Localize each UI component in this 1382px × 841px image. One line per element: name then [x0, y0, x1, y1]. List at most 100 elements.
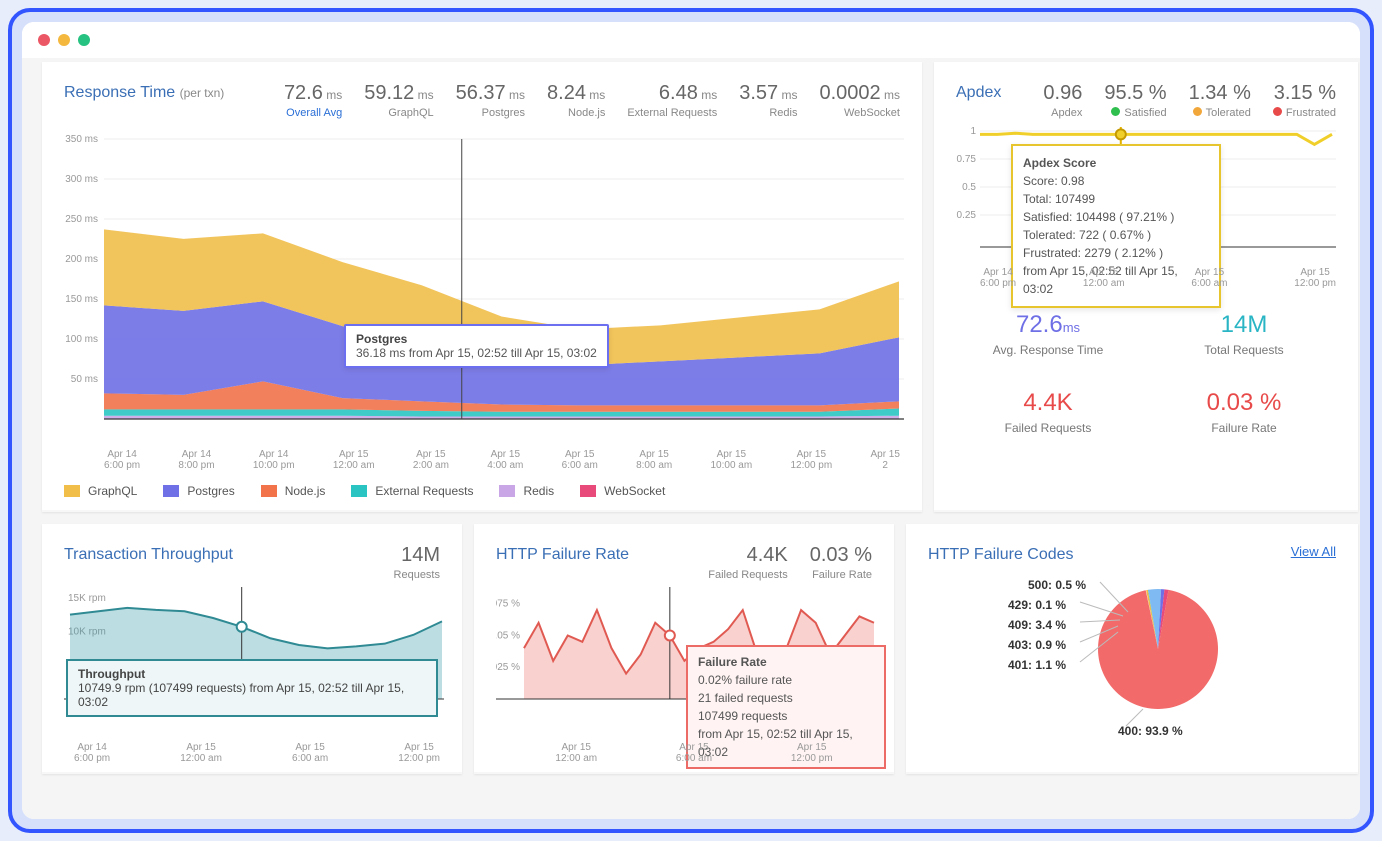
legend-item-graphql[interactable]: GraphQL: [64, 484, 137, 498]
svg-text:100 ms: 100 ms: [65, 334, 98, 345]
throughput-tooltip: Throughput 10749.9 rpm (107499 requests)…: [66, 659, 438, 717]
apdex-summary: 72.6ms Avg. Response Time 14M Total Requ…: [956, 301, 1336, 445]
pie-label-409: 409: 3.4 %: [1008, 618, 1066, 632]
response-time-chart[interactable]: 50 ms 100 ms 150 ms 200 ms 250 ms 300 ms 350 m…: [64, 129, 900, 476]
failure-chart[interactable]: 0.025 % 0.05 % 0.075 % Failure Rate 0.02% …: [496, 587, 872, 760]
close-icon[interactable]: [38, 34, 50, 46]
apdex-stat-apdex: 0.96Apdex: [1043, 82, 1082, 119]
throughput-stat-val: 14M: [394, 544, 440, 567]
response-stat-graphql: 59.12 msGraphQL: [364, 82, 433, 119]
summary-total-cap: Total Requests: [1152, 343, 1336, 357]
pie-label-401: 401: 1.1 %: [1008, 658, 1066, 672]
apdex-header: Apdex 0.96Apdex95.5 %Satisfied1.34 %Tole…: [956, 82, 1336, 119]
response-tooltip-text: 36.18 ms from Apr 15, 02:52 till Apr 15,…: [356, 346, 597, 360]
apdex-tip-l5: Frustrated: 2279 ( 2.12% ): [1023, 246, 1163, 260]
response-title-text: Response Time: [64, 84, 175, 101]
svg-text:0.025 %: 0.025 %: [496, 662, 520, 673]
failure-tip-l2: 21 failed requests: [698, 691, 793, 705]
legend-item-node.js[interactable]: Node.js: [261, 484, 326, 498]
failure-stat-failed-requests: 4.4KFailed Requests: [708, 544, 788, 581]
apdex-tip-title: Apdex Score: [1023, 156, 1096, 170]
legend-item-redis[interactable]: Redis: [499, 484, 554, 498]
apdex-chart[interactable]: 0.25 0.5 0.75 1 Apdex Score Score: 0.98 Tot…: [956, 127, 1336, 287]
summary-failed-val: 4.4K: [956, 389, 1140, 417]
pie-label-403: 403: 0.9 %: [1008, 638, 1066, 652]
dashboard-content: Response Time (per txn) 72.6 msOverall A…: [22, 58, 1360, 819]
failure-rate-panel: HTTP Failure Rate 4.4KFailed Requests 0.0…: [474, 524, 894, 774]
failure-stat-failure-rate: 0.03 %Failure Rate: [810, 544, 872, 581]
response-stat-node.js: 8.24 msNode.js: [547, 82, 605, 119]
response-stat-postgres: 56.37 msPostgres: [456, 82, 525, 119]
failure-tip-title: Failure Rate: [698, 655, 767, 669]
svg-text:150 ms: 150 ms: [65, 294, 98, 305]
pie-label-500: 500: 0.5 %: [1028, 578, 1086, 592]
response-stat-external-requests: 6.48 msExternal Requests: [627, 82, 717, 119]
svg-text:0.075 %: 0.075 %: [496, 599, 520, 610]
summary-avg-rt-val: 72.6: [1016, 311, 1063, 338]
svg-text:15K rpm: 15K rpm: [68, 593, 106, 604]
summary-total-requests: 14M Total Requests: [1152, 301, 1336, 367]
response-stat-websocket: 0.0002 msWebSocket: [819, 82, 900, 119]
legend-item-external-requests[interactable]: External Requests: [351, 484, 473, 498]
bottom-row: Transaction Throughput 14M Requests 10K …: [42, 524, 1358, 774]
response-header: Response Time (per txn) 72.6 msOverall A…: [64, 82, 900, 119]
summary-avg-rt-cap: Avg. Response Time: [956, 343, 1140, 357]
summary-rate-cap: Failure Rate: [1152, 421, 1336, 435]
throughput-tip-text: 10749.9 rpm (107499 requests) from Apr 1…: [78, 681, 404, 709]
failure-title: HTTP Failure Rate: [496, 544, 686, 564]
response-tooltip-series: Postgres: [356, 332, 407, 346]
summary-rate-val: 0.03 %: [1152, 389, 1336, 417]
summary-failure-rate: 0.03 % Failure Rate: [1152, 379, 1336, 445]
svg-text:250 ms: 250 ms: [65, 214, 98, 225]
summary-avg-rt-unit: ms: [1063, 320, 1080, 335]
throughput-tip-title: Throughput: [78, 667, 145, 681]
summary-total-val: 14M: [1152, 311, 1336, 339]
view-all-link[interactable]: View All: [1291, 544, 1336, 559]
apdex-panel: Apdex 0.96Apdex95.5 %Satisfied1.34 %Tole…: [934, 62, 1358, 512]
response-stat-overall-avg: 72.6 msOverall Avg: [284, 82, 342, 119]
summary-avg-response: 72.6ms Avg. Response Time: [956, 301, 1140, 367]
pie-label-429: 429: 0.1 %: [1008, 598, 1066, 612]
throughput-panel: Transaction Throughput 14M Requests 10K …: [42, 524, 462, 774]
failure-tip-l3: 107499 requests: [698, 709, 787, 723]
summary-failed-requests: 4.4K Failed Requests: [956, 379, 1140, 445]
apdex-tip-l1: Score: 0.98: [1023, 174, 1084, 188]
legend-item-websocket[interactable]: WebSocket: [580, 484, 665, 498]
apdex-tip-l3: Satisfied: 104498 ( 97.21% ): [1023, 210, 1174, 224]
response-tooltip: Postgres 36.18 ms from Apr 15, 02:52 til…: [344, 324, 609, 368]
legend-item-postgres[interactable]: Postgres: [163, 484, 234, 498]
maximize-icon[interactable]: [78, 34, 90, 46]
minimize-icon[interactable]: [58, 34, 70, 46]
svg-text:50 ms: 50 ms: [71, 374, 98, 385]
window-titlebar: [22, 22, 1360, 58]
apdex-tip-l4: Tolerated: 722 ( 0.67% ): [1023, 228, 1151, 242]
throughput-chart[interactable]: 10K rpm15K rpm Throughput 10749.9 rpm (1…: [64, 587, 440, 760]
pie-label-400: 400: 93.9 %: [1118, 724, 1183, 738]
svg-text:0.75: 0.75: [957, 154, 977, 165]
svg-text:0.5: 0.5: [962, 182, 976, 193]
failure-tip-l1: 0.02% failure rate: [698, 673, 792, 687]
apdex-tip-l2: Total: 107499: [1023, 192, 1095, 206]
apdex-title: Apdex: [956, 82, 1021, 102]
response-stat-redis: 3.57 msRedis: [739, 82, 797, 119]
apdex-stat-tolerated: 1.34 %Tolerated: [1189, 82, 1251, 119]
summary-failed-cap: Failed Requests: [956, 421, 1140, 435]
response-title: Response Time (per txn): [64, 82, 262, 102]
svg-text:1: 1: [970, 127, 976, 137]
failure-codes-chart[interactable]: 500: 0.5 % 429: 0.1 % 409: 3.4 % 403: 0.…: [928, 564, 1336, 760]
codes-title: HTTP Failure Codes: [928, 544, 1291, 564]
svg-text:0.25: 0.25: [957, 210, 977, 221]
response-time-panel: Response Time (per txn) 72.6 msOverall A…: [42, 62, 922, 512]
svg-text:0.05 %: 0.05 %: [496, 630, 520, 641]
throughput-stat-lbl: Requests: [394, 569, 440, 581]
svg-text:200 ms: 200 ms: [65, 254, 98, 265]
svg-text:300 ms: 300 ms: [65, 174, 98, 185]
svg-text:350 ms: 350 ms: [65, 134, 98, 145]
throughput-title: Transaction Throughput: [64, 544, 372, 564]
apdex-stat-frustrated: 3.15 %Frustrated: [1273, 82, 1336, 119]
window: Response Time (per txn) 72.6 msOverall A…: [22, 22, 1360, 819]
throughput-stat: 14M Requests: [394, 544, 440, 581]
browser-frame: Response Time (per txn) 72.6 msOverall A…: [8, 8, 1374, 833]
response-legend: GraphQL Postgres Node.js External Requests R…: [64, 476, 900, 498]
failure-codes-panel: HTTP Failure Codes View All 500: 0.5 % 4…: [906, 524, 1358, 774]
